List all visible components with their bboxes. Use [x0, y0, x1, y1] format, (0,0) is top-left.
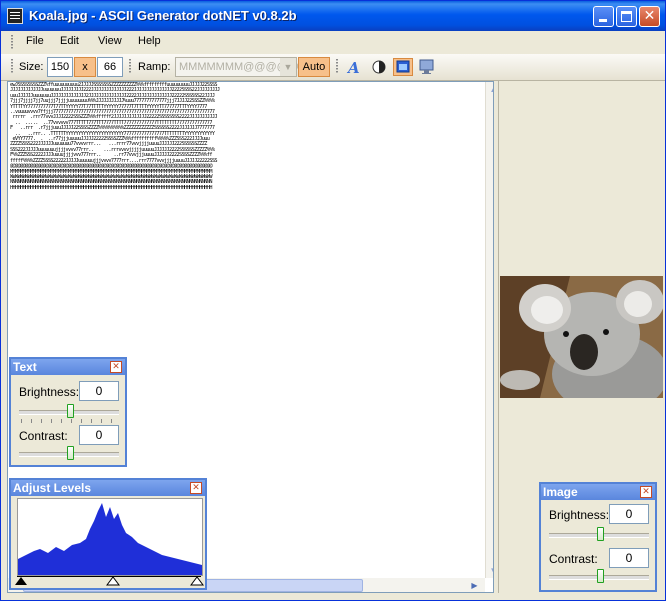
svg-text:A: A [346, 59, 360, 76]
app-window: Koala.jpg - ASCII Generator dotNET v0.8.… [0, 0, 666, 601]
menu-edit[interactable]: Edit [60, 35, 79, 47]
toolbar-separator [129, 59, 132, 73]
ramp-dropdown[interactable]: MMMMMMM@@@@@@@ ▼ [175, 57, 321, 77]
close-button[interactable]: ✕ [639, 6, 660, 27]
text-panel-title: Text [13, 360, 37, 374]
text-view-button[interactable] [393, 58, 413, 76]
text-brightness-thumb[interactable] [67, 404, 74, 418]
width-input[interactable]: 150 [47, 57, 73, 77]
lock-ratio-button[interactable]: x [74, 57, 96, 77]
menu-file-label: File [26, 35, 44, 47]
menu-bar: File Edit View Help [1, 31, 665, 53]
chevron-down-icon[interactable]: ▼ [280, 58, 296, 76]
histogram-chart [18, 503, 202, 575]
text-panel-header[interactable]: Text ✕ [11, 359, 125, 375]
text-panel: Text ✕ Brightness: 0 Contrast: 0 [9, 357, 127, 467]
image-contrast-input[interactable]: 0 [609, 548, 649, 568]
levels-panel-close-button[interactable]: ✕ [190, 482, 202, 494]
toolbar-separator-2 [336, 59, 339, 73]
levels-markers[interactable] [13, 574, 205, 586]
vertical-scrollbar[interactable]: ▲ ▼ [485, 82, 493, 578]
menu-grip[interactable] [11, 35, 14, 49]
koala-image [500, 276, 663, 398]
invert-button[interactable] [369, 58, 389, 76]
menu-help[interactable]: Help [138, 35, 161, 47]
koala-picture [500, 276, 663, 398]
image-brightness-thumb[interactable] [597, 527, 604, 541]
window-icon [396, 60, 410, 73]
menu-edit-label: Edit [60, 35, 79, 47]
levels-panel-title: Adjust Levels [13, 481, 92, 495]
toolbar-grip[interactable] [11, 59, 14, 73]
menu-view[interactable]: View [98, 35, 122, 47]
image-contrast-thumb[interactable] [597, 569, 604, 583]
minimize-icon [599, 19, 607, 22]
histogram [17, 498, 203, 576]
scroll-right-icon[interactable]: ▶ [467, 578, 482, 592]
text-brightness-label: Brightness: [19, 385, 80, 399]
image-panel-title: Image [543, 485, 578, 499]
levels-panel-header[interactable]: Adjust Levels ✕ [11, 480, 205, 496]
scroll-up-icon[interactable]: ▲ [487, 82, 493, 97]
ramp-label: Ramp: [138, 61, 171, 73]
font-button[interactable]: A [343, 58, 363, 77]
image-brightness-label: Brightness: [549, 508, 610, 522]
close-icon: ✕ [643, 8, 656, 24]
size-label: Size: [19, 61, 44, 73]
text-contrast-thumb[interactable] [67, 446, 74, 460]
monitor-icon [419, 59, 434, 74]
ascii-art-text[interactable]: ewJSSSSSSSSZZZ%ffuuuuuuuuuu2JJJJJSSSSSSS… [10, 82, 220, 191]
font-icon: A [346, 59, 360, 77]
maximize-icon [621, 11, 632, 22]
window-title: Koala.jpg - ASCII Generator dotNET v0.8.… [29, 8, 297, 23]
image-panel-header[interactable]: Image ✕ [541, 484, 655, 500]
image-brightness-input[interactable]: 0 [609, 504, 649, 524]
image-panel-close-button[interactable]: ✕ [640, 486, 652, 498]
menu-file[interactable]: File [26, 35, 44, 47]
menu-help-label: Help [138, 35, 161, 47]
text-contrast-input[interactable]: 0 [79, 425, 119, 445]
menu-view-label: View [98, 35, 122, 47]
text-brightness-input[interactable]: 0 [79, 381, 119, 401]
auto-button[interactable]: Auto [298, 57, 330, 77]
text-panel-close-button[interactable]: ✕ [110, 361, 122, 373]
minimize-button[interactable] [593, 6, 614, 27]
image-view-button[interactable] [417, 58, 437, 76]
app-icon[interactable] [7, 8, 23, 24]
adjust-levels-panel: Adjust Levels ✕ [9, 478, 207, 590]
image-panel: Image ✕ Brightness: 0 Contrast: 0 [539, 482, 657, 592]
scroll-down-icon[interactable]: ▼ [487, 563, 493, 578]
height-input[interactable]: 66 [97, 57, 123, 77]
contrast-icon [372, 60, 386, 74]
toolbar: Size: 150 x 66 Ramp: MMMMMMM@@@@@@@ ▼ Au… [1, 54, 665, 81]
text-contrast-label: Contrast: [19, 429, 68, 443]
image-contrast-label: Contrast: [549, 552, 598, 566]
text-brightness-ticks [21, 419, 117, 423]
maximize-button[interactable] [616, 6, 637, 27]
title-bar[interactable]: Koala.jpg - ASCII Generator dotNET v0.8.… [1, 1, 665, 31]
